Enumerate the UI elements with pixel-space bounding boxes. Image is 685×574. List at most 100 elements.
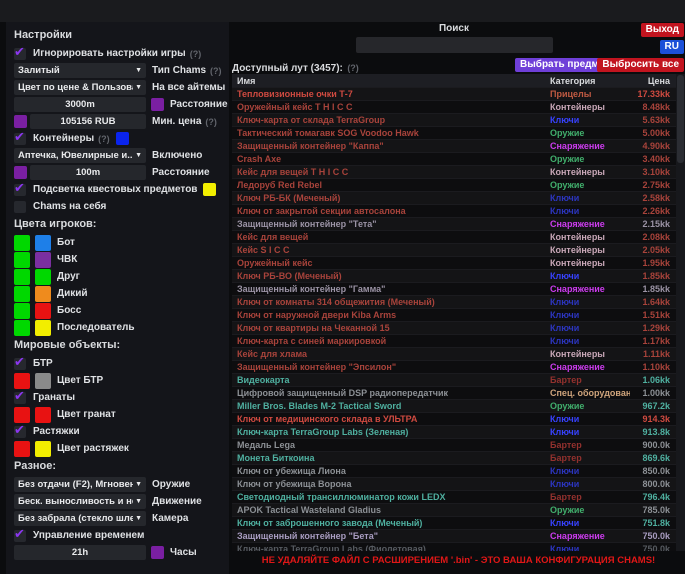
column-header-price[interactable]: Цена [630, 76, 676, 86]
table-row[interactable]: Кейс S I C CКонтейнеры2.05kk [232, 243, 676, 256]
table-row[interactable]: Ключ от убежища ЛионаКлючи850.0k [232, 464, 676, 477]
dropdown-select[interactable]: Аптечка, Ювелирные и...▼ [14, 148, 146, 163]
dropdown-select[interactable]: Без забрала (стекло шлема)▼ [14, 511, 146, 526]
table-row[interactable]: Монета БиткоинаБартер869.6k [232, 451, 676, 464]
item-price: 913.8k [630, 427, 676, 437]
table-row[interactable]: Miller Bros. Blades M-2 Tactical SwordОр… [232, 399, 676, 412]
table-row[interactable]: Медаль LegaБартер900.0k [232, 438, 676, 451]
color-swatch[interactable] [203, 183, 216, 196]
settings-row: Гранаты [14, 389, 229, 406]
drop-all-button[interactable]: Выбросить все [597, 58, 684, 72]
table-row[interactable]: APOK Tactical Wasteland GladiusОружие785… [232, 503, 676, 516]
table-row[interactable]: Ключ от комнаты 314 общежития (Меченый)К… [232, 295, 676, 308]
help-icon[interactable]: (?) [210, 66, 222, 76]
table-row[interactable]: Кейс для хламаКонтейнеры1.11kk [232, 347, 676, 360]
item-name: Ключ от комнаты 314 общежития (Меченый) [232, 297, 550, 307]
checkbox[interactable] [14, 358, 26, 370]
color-swatch-primary[interactable] [14, 235, 30, 251]
table-row[interactable]: Ключ от наружной двери Kiba ArmsКлючи1.5… [232, 308, 676, 321]
value-input[interactable]: 21h [14, 545, 146, 560]
table-row[interactable]: Кейс для вещей T H I C CКонтейнеры3.10kk [232, 165, 676, 178]
help-icon[interactable]: (?) [205, 117, 217, 127]
color-swatch-secondary[interactable] [35, 373, 51, 389]
item-category: Бартер [550, 440, 630, 450]
scrollbar-thumb[interactable] [677, 75, 684, 163]
loot-help-icon[interactable]: (?) [347, 63, 359, 73]
color-swatch-secondary[interactable] [35, 286, 51, 302]
table-row[interactable]: Защищенный контейнер "Гамма"Снаряжение1.… [232, 282, 676, 295]
table-row[interactable]: Ключ-карта TerraGroup Labs (Зеленая)Ключ… [232, 425, 676, 438]
help-icon[interactable]: (?) [98, 134, 110, 144]
table-scrollbar[interactable] [676, 74, 685, 551]
color-swatch-primary[interactable] [14, 320, 30, 336]
checkbox[interactable] [14, 48, 26, 60]
table-row[interactable]: Crash AxeОружие3.40kk [232, 152, 676, 165]
table-row[interactable]: Тактический томагавк SOG Voodoo HawkОруж… [232, 126, 676, 139]
color-swatch[interactable] [14, 115, 27, 128]
column-header-category[interactable]: Категория [550, 76, 630, 86]
item-name: Ключ-карта TerraGroup Labs (Фиолетовая) [232, 544, 550, 551]
table-row[interactable]: Ледоруб Red RebelОружие2.75kk [232, 178, 676, 191]
color-swatch-secondary[interactable] [35, 235, 51, 251]
color-swatch[interactable] [14, 166, 27, 179]
table-row[interactable]: Защищенный контейнер "Бета"Снаряжение750… [232, 529, 676, 542]
color-swatch-primary[interactable] [14, 303, 30, 319]
color-swatch-secondary[interactable] [35, 252, 51, 268]
table-row[interactable]: Тепловизионные очки Т-7Прицелы17.33kk [232, 87, 676, 100]
help-icon[interactable]: (?) [190, 49, 202, 59]
table-row[interactable]: Ключ от заброшенного завода (Меченый)Клю… [232, 516, 676, 529]
table-row[interactable]: Ключ-карта от склада TerraGroupКлючи5.63… [232, 113, 676, 126]
table-row[interactable]: Светодиодный трансиллюминатор кожи LEDXБ… [232, 490, 676, 503]
item-name: Оружейный кейс [232, 258, 550, 268]
color-swatch[interactable] [116, 132, 129, 145]
checkbox[interactable] [14, 133, 26, 145]
table-row[interactable]: Ключ РБ-ВО (Меченый)Ключи1.85kk [232, 269, 676, 282]
color-swatch[interactable] [151, 546, 164, 559]
color-swatch-secondary[interactable] [35, 320, 51, 336]
table-row[interactable]: ВидеокартаБартер1.06kk [232, 373, 676, 386]
table-row[interactable]: Оружейный кейс T H I C CКонтейнеры8.48kk [232, 100, 676, 113]
search-input[interactable] [356, 37, 553, 53]
table-row[interactable]: Ключ-карта TerraGroup Labs (Фиолетовая)К… [232, 542, 676, 551]
table-row[interactable]: Защищенный контейнер "Эпсилон"Снаряжение… [232, 360, 676, 373]
exit-button[interactable]: Выход [641, 23, 684, 37]
dropdown-label: Тип Chams [152, 65, 206, 76]
color-swatch-primary[interactable] [14, 286, 30, 302]
color-swatch-secondary[interactable] [35, 407, 51, 423]
table-row[interactable]: Ключ-карта с синей маркировкойКлючи1.17k… [232, 334, 676, 347]
table-row[interactable]: Кейс для вещейКонтейнеры2.08kk [232, 230, 676, 243]
column-header-name[interactable]: Имя [232, 76, 550, 86]
checkbox[interactable] [14, 426, 26, 438]
value-input[interactable]: 105156 RUB [30, 114, 146, 129]
dropdown-select[interactable]: Без отдачи (F2), Мгновенное п▼ [14, 477, 146, 492]
dropdown-select[interactable]: Залитый▼ [14, 63, 146, 78]
table-row[interactable]: Оружейный кейсКонтейнеры1.95kk [232, 256, 676, 269]
language-button[interactable]: RU [660, 40, 684, 54]
checkbox[interactable] [14, 530, 26, 542]
color-swatch[interactable] [151, 98, 164, 111]
color-swatch-primary[interactable] [14, 407, 30, 423]
value-input[interactable]: 100m [30, 165, 146, 180]
table-row[interactable]: Ключ РБ-БК (Меченый)Ключи2.58kk [232, 191, 676, 204]
table-row[interactable]: Ключ от квартиры на Чеканной 15Ключи1.29… [232, 321, 676, 334]
table-row[interactable]: Защищенный контейнер "Каппа"Снаряжение4.… [232, 139, 676, 152]
table-row[interactable]: Защищенный контейнер "Тета"Снаряжение2.1… [232, 217, 676, 230]
dropdown-select[interactable]: Цвет по цене & Пользователь▼ [14, 80, 146, 95]
table-row[interactable]: Ключ от убежища ВоронаКлючи800.0k [232, 477, 676, 490]
checkbox[interactable] [14, 184, 26, 196]
color-swatch-primary[interactable] [14, 269, 30, 285]
color-swatch-secondary[interactable] [35, 303, 51, 319]
table-row[interactable]: Цифровой защищенный DSP радиопередатчикС… [232, 386, 676, 399]
checkbox[interactable] [14, 392, 26, 404]
color-swatch-primary[interactable] [14, 441, 30, 457]
dropdown-select[interactable]: Беск. выносливость и нет уста▼ [14, 494, 146, 509]
table-header: Имя Категория Цена [232, 74, 676, 87]
color-swatch-secondary[interactable] [35, 441, 51, 457]
value-input[interactable]: 3000m [14, 97, 146, 112]
checkbox[interactable] [14, 201, 26, 213]
color-swatch-secondary[interactable] [35, 269, 51, 285]
color-swatch-primary[interactable] [14, 373, 30, 389]
table-row[interactable]: Ключ от медицинского склада в УЛЬТРАКлюч… [232, 412, 676, 425]
table-row[interactable]: Ключ от закрытой секции автосалонаКлючи2… [232, 204, 676, 217]
color-swatch-primary[interactable] [14, 252, 30, 268]
